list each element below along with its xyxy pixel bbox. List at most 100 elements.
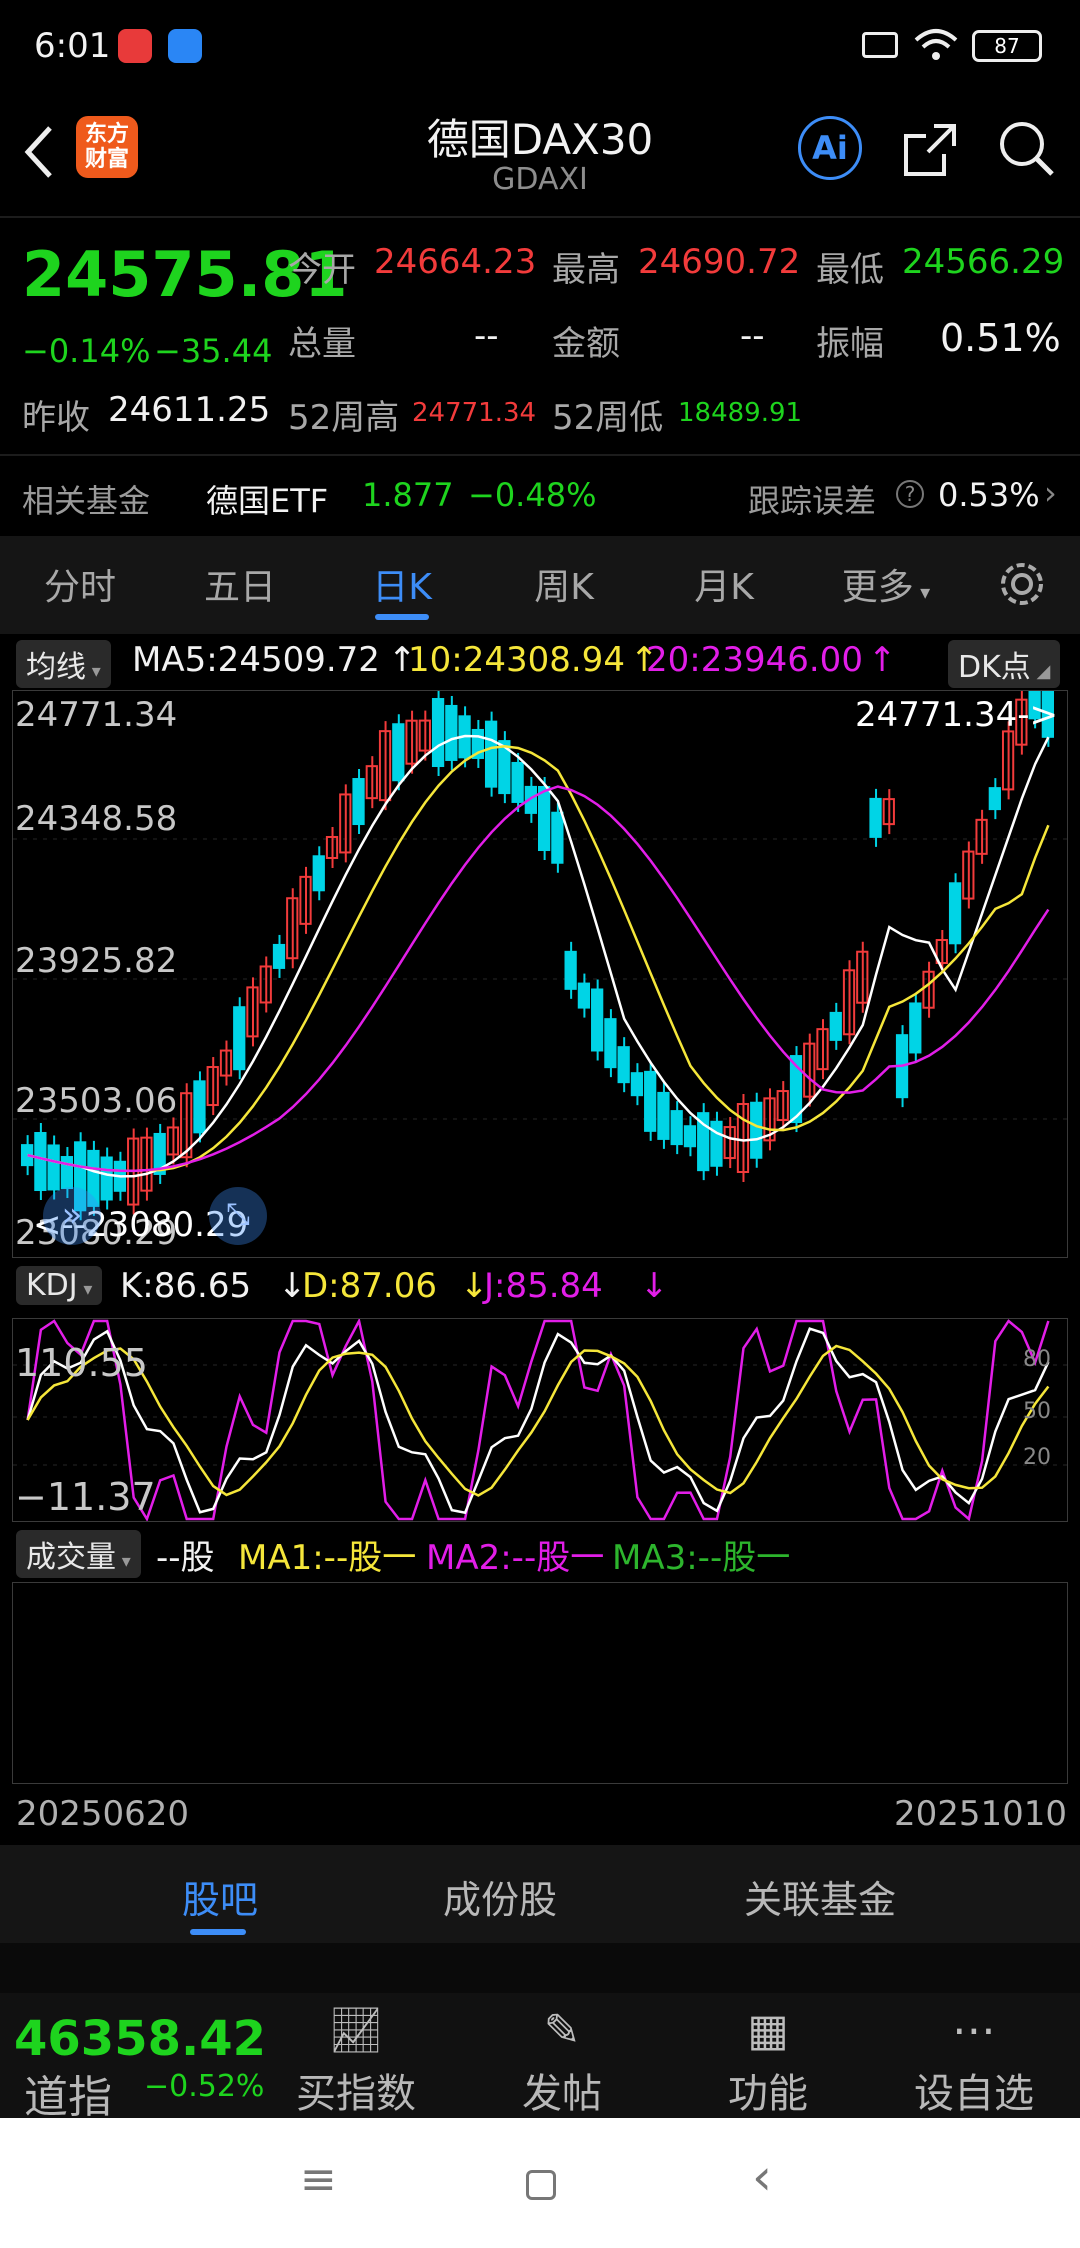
prev-close-value: 24611.25: [108, 390, 271, 430]
candle: [60, 1156, 74, 1190]
candle: [670, 1110, 683, 1146]
dk-point-button[interactable]: DK点 ◢: [948, 640, 1061, 688]
functions-button[interactable]: ▦ 功能: [678, 2001, 858, 2119]
candle: [617, 1046, 630, 1084]
battery-icon: 87: [972, 30, 1042, 62]
prev-close-label: 昨收: [22, 398, 90, 438]
volume-label: 总量: [288, 324, 356, 364]
w52-high-label: 52周高: [288, 398, 400, 438]
volume-ma1: MA1:--股一: [238, 1538, 417, 1578]
period-tabs: 分时 五日 日K 周K 月K 更多 ▾: [0, 536, 1080, 634]
help-icon[interactable]: ?: [896, 480, 924, 508]
add-watchlist-label: 设自选: [914, 2071, 1034, 2117]
kdj-chart-panel[interactable]: 110.55 −11.37 80 50 20: [12, 1318, 1068, 1522]
edit-icon: ✎: [543, 2005, 581, 2056]
kdj-k-value: K:86.65: [120, 1266, 252, 1306]
candle: [750, 1101, 763, 1159]
volume-unit: --股: [156, 1538, 215, 1578]
chevron-right-icon[interactable]: ›: [1044, 474, 1057, 512]
share-icon[interactable]: [900, 120, 960, 180]
candle: [34, 1132, 47, 1192]
high-value: 24690.72: [638, 242, 801, 282]
volume-chart-panel[interactable]: [12, 1582, 1068, 1784]
candle: [657, 1091, 670, 1140]
app-notification-icon: [118, 29, 152, 63]
kdj-d-value: D:87.06: [302, 1266, 437, 1306]
kdj-chart[interactable]: [13, 1319, 1067, 1521]
list-filter-strip: [0, 1943, 1080, 1993]
candle: [352, 778, 365, 826]
candle: [710, 1120, 723, 1167]
amplitude-value: 0.51%: [940, 316, 1061, 360]
buy-index-button[interactable]: 📈︎ 买指数: [266, 2001, 446, 2119]
price-axis-label-2: 23925.82: [15, 941, 178, 981]
candle: [392, 723, 405, 782]
w52-high-value: 24771.34: [412, 398, 537, 428]
trend-chart-icon: 📈︎: [328, 2005, 384, 2056]
amount-value: --: [740, 316, 765, 356]
add-watchlist-button[interactable]: ⋯ 设自选: [884, 2001, 1064, 2119]
ai-button[interactable]: Ai: [798, 116, 862, 180]
expand-left-icon[interactable]: »: [43, 1187, 101, 1245]
ma5-value: MA5:24509.72: [132, 640, 380, 680]
menu-icon[interactable]: ≡: [300, 2154, 337, 2205]
volume-pill[interactable]: 成交量 ▾: [16, 1530, 141, 1578]
price-axis-label-1: 24348.58: [15, 799, 178, 839]
tab-guba[interactable]: 股吧: [120, 1869, 320, 1924]
tab-intraday[interactable]: 分时: [0, 558, 160, 610]
quote-panel: 24575.81 −0.14% −35.44 今开 24664.23 最高 24…: [0, 216, 1080, 458]
kdj-pill-label: KDJ: [26, 1268, 78, 1303]
tab-more[interactable]: 更多 ▾: [806, 558, 966, 610]
home-icon[interactable]: [526, 2170, 556, 2200]
settings-gear-icon[interactable]: [996, 558, 1048, 610]
wifi-icon: [914, 29, 958, 60]
tab-weekly-k[interactable]: 周K: [484, 558, 644, 610]
amount-label: 金额: [552, 324, 620, 364]
candle: [577, 982, 591, 1009]
related-fund-row[interactable]: 相关基金 德国ETF 1.877 −0.48% 跟踪误差 ? 0.53% ›: [0, 454, 1080, 538]
tab-related-funds[interactable]: 关联基金: [720, 1869, 920, 1924]
dk-point-label: DK点: [958, 650, 1031, 685]
grid-icon: ▦: [747, 2005, 789, 2056]
ma-pill[interactable]: 均线 ▾: [16, 640, 111, 688]
kdj-pill[interactable]: KDJ ▾: [16, 1266, 103, 1305]
search-icon[interactable]: [996, 118, 1056, 178]
candle: [47, 1144, 60, 1191]
active-tab-indicator: [375, 614, 429, 620]
fund-change: −0.48%: [468, 476, 597, 514]
status-time: 6:01: [34, 26, 111, 66]
date-start: 20250620: [16, 1794, 190, 1834]
kdj-axis-top: 110.55: [15, 1341, 148, 1385]
candle: [591, 988, 604, 1052]
candle: [511, 761, 524, 803]
back-icon[interactable]: ‹: [752, 2148, 772, 2206]
candle: [683, 1125, 697, 1148]
bottom-action-bar: 46358.42 道指 −0.52% 📈︎ 买指数 ✎ 发帖 ▦ 功能 ⋯ 设自…: [0, 1993, 1080, 2123]
fullscreen-icon[interactable]: ⤡: [209, 1187, 267, 1245]
dow-name[interactable]: 道指: [24, 2061, 112, 2125]
kdj-j-value: J:85.84: [484, 1266, 603, 1306]
volume-value: --: [474, 316, 499, 356]
ma-legend: 均线 ▾ MA5:24509.72 ↑ 10:24308.94 ↑ 20:239…: [16, 640, 1076, 690]
fund-name[interactable]: 德国ETF: [206, 476, 328, 522]
tab-daily-k[interactable]: 日K: [322, 558, 482, 610]
candle: [948, 882, 962, 945]
buy-index-label: 买指数: [296, 2071, 416, 2117]
more-dots-icon: ⋯: [952, 2005, 996, 2056]
community-tabs: 股吧 成份股 关联基金: [0, 1845, 1080, 1943]
post-button[interactable]: ✎ 发帖: [472, 2001, 652, 2119]
functions-label: 功能: [728, 2071, 808, 2117]
candle: [431, 698, 445, 768]
change-value: −35.44: [154, 332, 273, 370]
kline-chart-panel[interactable]: 24771.34 24348.58 23925.82 23503.06 2308…: [12, 690, 1068, 1258]
ma20-value: 20:23946.00: [646, 640, 863, 680]
volume-legend: 成交量 ▾ --股 MA1:--股一 MA2:--股一 MA3:--股一: [16, 1530, 1076, 1580]
candle: [869, 797, 882, 838]
tab-monthly-k[interactable]: 月K: [644, 558, 804, 610]
tab-constituents[interactable]: 成份股: [400, 1869, 600, 1924]
candle: [604, 1018, 617, 1069]
tab-five-day[interactable]: 五日: [160, 558, 320, 610]
low-label: 最低: [816, 250, 884, 290]
dow-price[interactable]: 46358.42: [14, 2011, 266, 2067]
change-percent: −0.14%: [22, 332, 151, 370]
